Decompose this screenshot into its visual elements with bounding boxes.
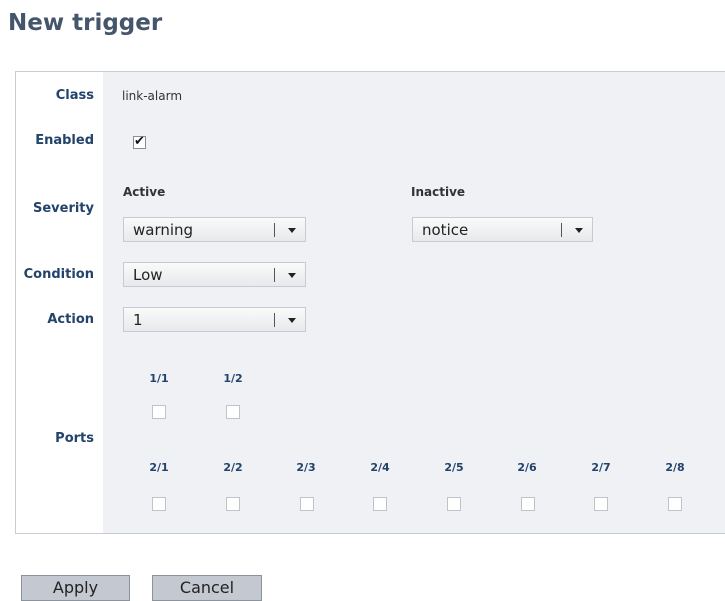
active-severity-value: warning <box>133 221 194 239</box>
apply-button[interactable]: Apply <box>21 575 130 601</box>
port-label-1-2: 1/2 <box>223 372 243 385</box>
port-label-2-2: 2/2 <box>223 461 243 474</box>
enabled-checkbox[interactable]: ✔ <box>133 134 146 149</box>
action-value: 1 <box>133 311 143 329</box>
port-checkbox-2-6[interactable] <box>521 497 535 511</box>
ports-label: Ports <box>55 431 94 446</box>
select-divider <box>274 268 275 282</box>
select-divider <box>274 223 275 237</box>
port-checkbox-2-3[interactable] <box>300 497 314 511</box>
chevron-down-icon <box>288 318 296 323</box>
port-checkbox-2-2[interactable] <box>226 497 240 511</box>
select-divider <box>274 313 275 327</box>
enabled-label: Enabled <box>35 133 94 148</box>
chevron-down-icon <box>575 228 583 233</box>
inactive-severity-value: notice <box>422 221 469 239</box>
port-label-1-1: 1/1 <box>149 372 169 385</box>
condition-select[interactable]: Low <box>123 262 306 287</box>
cancel-button[interactable]: Cancel <box>152 575 262 601</box>
active-label: Active <box>123 185 166 199</box>
port-checkbox-2-8[interactable] <box>668 497 682 511</box>
page-title: New trigger <box>8 10 163 36</box>
port-checkbox-1-2[interactable] <box>226 405 240 419</box>
port-checkbox-2-7[interactable] <box>594 497 608 511</box>
action-select[interactable]: 1 <box>123 307 306 332</box>
class-label: Class <box>55 88 94 103</box>
trigger-form-panel: Class link-alarm Enabled ✔ Severity Acti… <box>15 71 725 534</box>
port-checkbox-2-1[interactable] <box>152 497 166 511</box>
chevron-down-icon <box>288 228 296 233</box>
condition-label: Condition <box>23 267 94 282</box>
chevron-down-icon <box>288 273 296 278</box>
port-checkbox-2-5[interactable] <box>447 497 461 511</box>
port-label-2-1: 2/1 <box>149 461 169 474</box>
port-label-2-5: 2/5 <box>444 461 464 474</box>
inactive-severity-select[interactable]: notice <box>412 217 593 242</box>
action-label: Action <box>47 312 94 327</box>
condition-value: Low <box>133 266 163 284</box>
port-label-2-6: 2/6 <box>517 461 537 474</box>
severity-label: Severity <box>32 201 94 216</box>
form-body <box>103 72 725 533</box>
checkmark-icon: ✔ <box>134 134 145 149</box>
port-label-2-4: 2/4 <box>370 461 390 474</box>
port-label-2-3: 2/3 <box>296 461 316 474</box>
inactive-label: Inactive <box>411 185 466 199</box>
port-label-2-7: 2/7 <box>591 461 611 474</box>
port-checkbox-1-1[interactable] <box>152 405 166 419</box>
select-divider <box>561 223 562 237</box>
port-label-2-8: 2/8 <box>665 461 685 474</box>
port-checkbox-2-4[interactable] <box>373 497 387 511</box>
active-severity-select[interactable]: warning <box>123 217 306 242</box>
class-value: link-alarm <box>122 89 183 103</box>
